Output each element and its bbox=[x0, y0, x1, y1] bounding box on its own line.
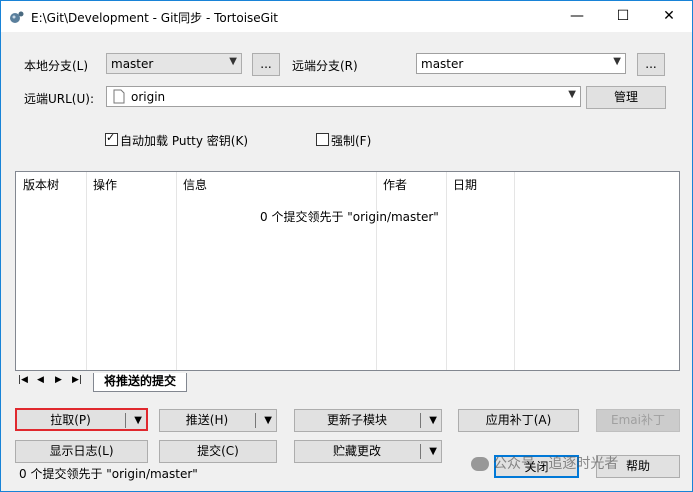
chevron-down-icon: ▼ bbox=[568, 89, 576, 100]
local-branch-value: master bbox=[111, 57, 154, 71]
empty-list-message: 0 个提交领先于 "origin/master" bbox=[260, 210, 439, 224]
split-separator bbox=[420, 413, 421, 428]
column-divider bbox=[86, 172, 87, 370]
title-bar: E:\Git\Development - Git同步 - TortoiseGit… bbox=[1, 1, 692, 32]
apply-patch-button[interactable]: 应用补丁(A) bbox=[458, 409, 579, 432]
local-branch-browse-button[interactable]: ... bbox=[252, 53, 280, 76]
split-separator bbox=[125, 413, 126, 428]
tab-strip: |◀ ◀ ▶ ▶| 将推送的提交 bbox=[15, 373, 680, 393]
remote-branch-label: 远端分支(R) bbox=[292, 59, 358, 73]
column-header-message[interactable]: 信息 bbox=[183, 176, 207, 193]
maximize-button[interactable]: ☐ bbox=[600, 1, 646, 32]
update-submodules-label: 更新子模块 bbox=[326, 413, 387, 427]
column-header-action[interactable]: 操作 bbox=[93, 176, 117, 193]
watermark-text: 公众号 · 追逐时光者 bbox=[493, 456, 619, 472]
pull-button[interactable]: 拉取(P) ▼ bbox=[15, 408, 148, 431]
chevron-down-icon[interactable]: ▼ bbox=[429, 441, 437, 462]
force-label: 强制(F) bbox=[331, 134, 372, 148]
update-submodules-button[interactable]: 更新子模块 ▼ bbox=[294, 409, 442, 432]
local-branch-combo[interactable]: master ▼ bbox=[106, 53, 242, 74]
remote-branch-combo[interactable]: master ▼ bbox=[416, 53, 626, 74]
force-checkbox[interactable] bbox=[316, 133, 329, 146]
column-divider bbox=[446, 172, 447, 370]
column-header-graph[interactable]: 版本树 bbox=[23, 176, 59, 193]
chevron-down-icon[interactable]: ▼ bbox=[429, 410, 437, 431]
tab-commits-to-push[interactable]: 将推送的提交 bbox=[93, 373, 188, 392]
manage-button[interactable]: 管理 bbox=[586, 86, 666, 109]
chevron-down-icon: ▼ bbox=[229, 56, 237, 67]
push-button-label: 推送(H) bbox=[185, 413, 229, 427]
column-divider bbox=[514, 172, 515, 370]
minimize-button[interactable]: — bbox=[554, 1, 600, 32]
remote-url-value: origin bbox=[131, 90, 166, 104]
push-button[interactable]: 推送(H) ▼ bbox=[159, 409, 277, 432]
split-separator bbox=[255, 413, 256, 428]
column-divider bbox=[176, 172, 177, 370]
tortoisegit-icon bbox=[10, 11, 24, 23]
file-icon bbox=[113, 89, 125, 104]
sync-dialog: E:\Git\Development - Git同步 - TortoiseGit… bbox=[0, 0, 693, 492]
commit-button[interactable]: 提交(C) bbox=[159, 440, 277, 463]
watermark: 公众号 · 追逐时光者 bbox=[471, 453, 618, 473]
tab-last-icon[interactable]: ▶| bbox=[72, 375, 82, 385]
autoload-putty-label: 自动加载 Putty 密钥(K) bbox=[120, 134, 249, 148]
wechat-icon bbox=[471, 457, 489, 471]
remote-branch-value: master bbox=[421, 57, 464, 71]
stash-button-label: 贮藏更改 bbox=[332, 444, 381, 458]
local-branch-label: 本地分支(L) bbox=[24, 59, 89, 73]
autoload-putty-checkbox[interactable] bbox=[105, 131, 118, 146]
chevron-down-icon[interactable]: ▼ bbox=[134, 410, 142, 431]
chevron-down-icon[interactable]: ▼ bbox=[264, 410, 272, 431]
show-log-button[interactable]: 显示日志(L) bbox=[15, 440, 148, 463]
email-patch-button[interactable]: Emai补丁 bbox=[596, 409, 680, 432]
pull-button-label: 拉取(P) bbox=[50, 413, 91, 427]
chevron-down-icon: ▼ bbox=[613, 56, 621, 67]
remote-url-label: 远端URL(U): bbox=[24, 92, 94, 106]
tab-prev-icon[interactable]: ◀ bbox=[37, 375, 44, 385]
stash-button[interactable]: 贮藏更改 ▼ bbox=[294, 440, 442, 463]
split-separator bbox=[420, 444, 421, 459]
status-text: 0 个提交领先于 "origin/master" bbox=[19, 467, 198, 481]
column-divider bbox=[376, 172, 377, 370]
window-title: E:\Git\Development - Git同步 - TortoiseGit bbox=[31, 11, 279, 25]
tab-first-icon[interactable]: |◀ bbox=[18, 375, 28, 385]
remote-url-combo[interactable]: origin ▼ bbox=[106, 86, 581, 107]
close-window-button[interactable]: ✕ bbox=[646, 1, 692, 32]
column-header-author[interactable]: 作者 bbox=[383, 176, 407, 193]
tab-next-icon[interactable]: ▶ bbox=[55, 375, 62, 385]
column-header-date[interactable]: 日期 bbox=[453, 176, 477, 193]
remote-branch-browse-button[interactable]: ... bbox=[637, 53, 665, 76]
commit-list[interactable]: 版本树 操作 信息 作者 日期 0 个提交领先于 "origin/master" bbox=[15, 171, 680, 371]
